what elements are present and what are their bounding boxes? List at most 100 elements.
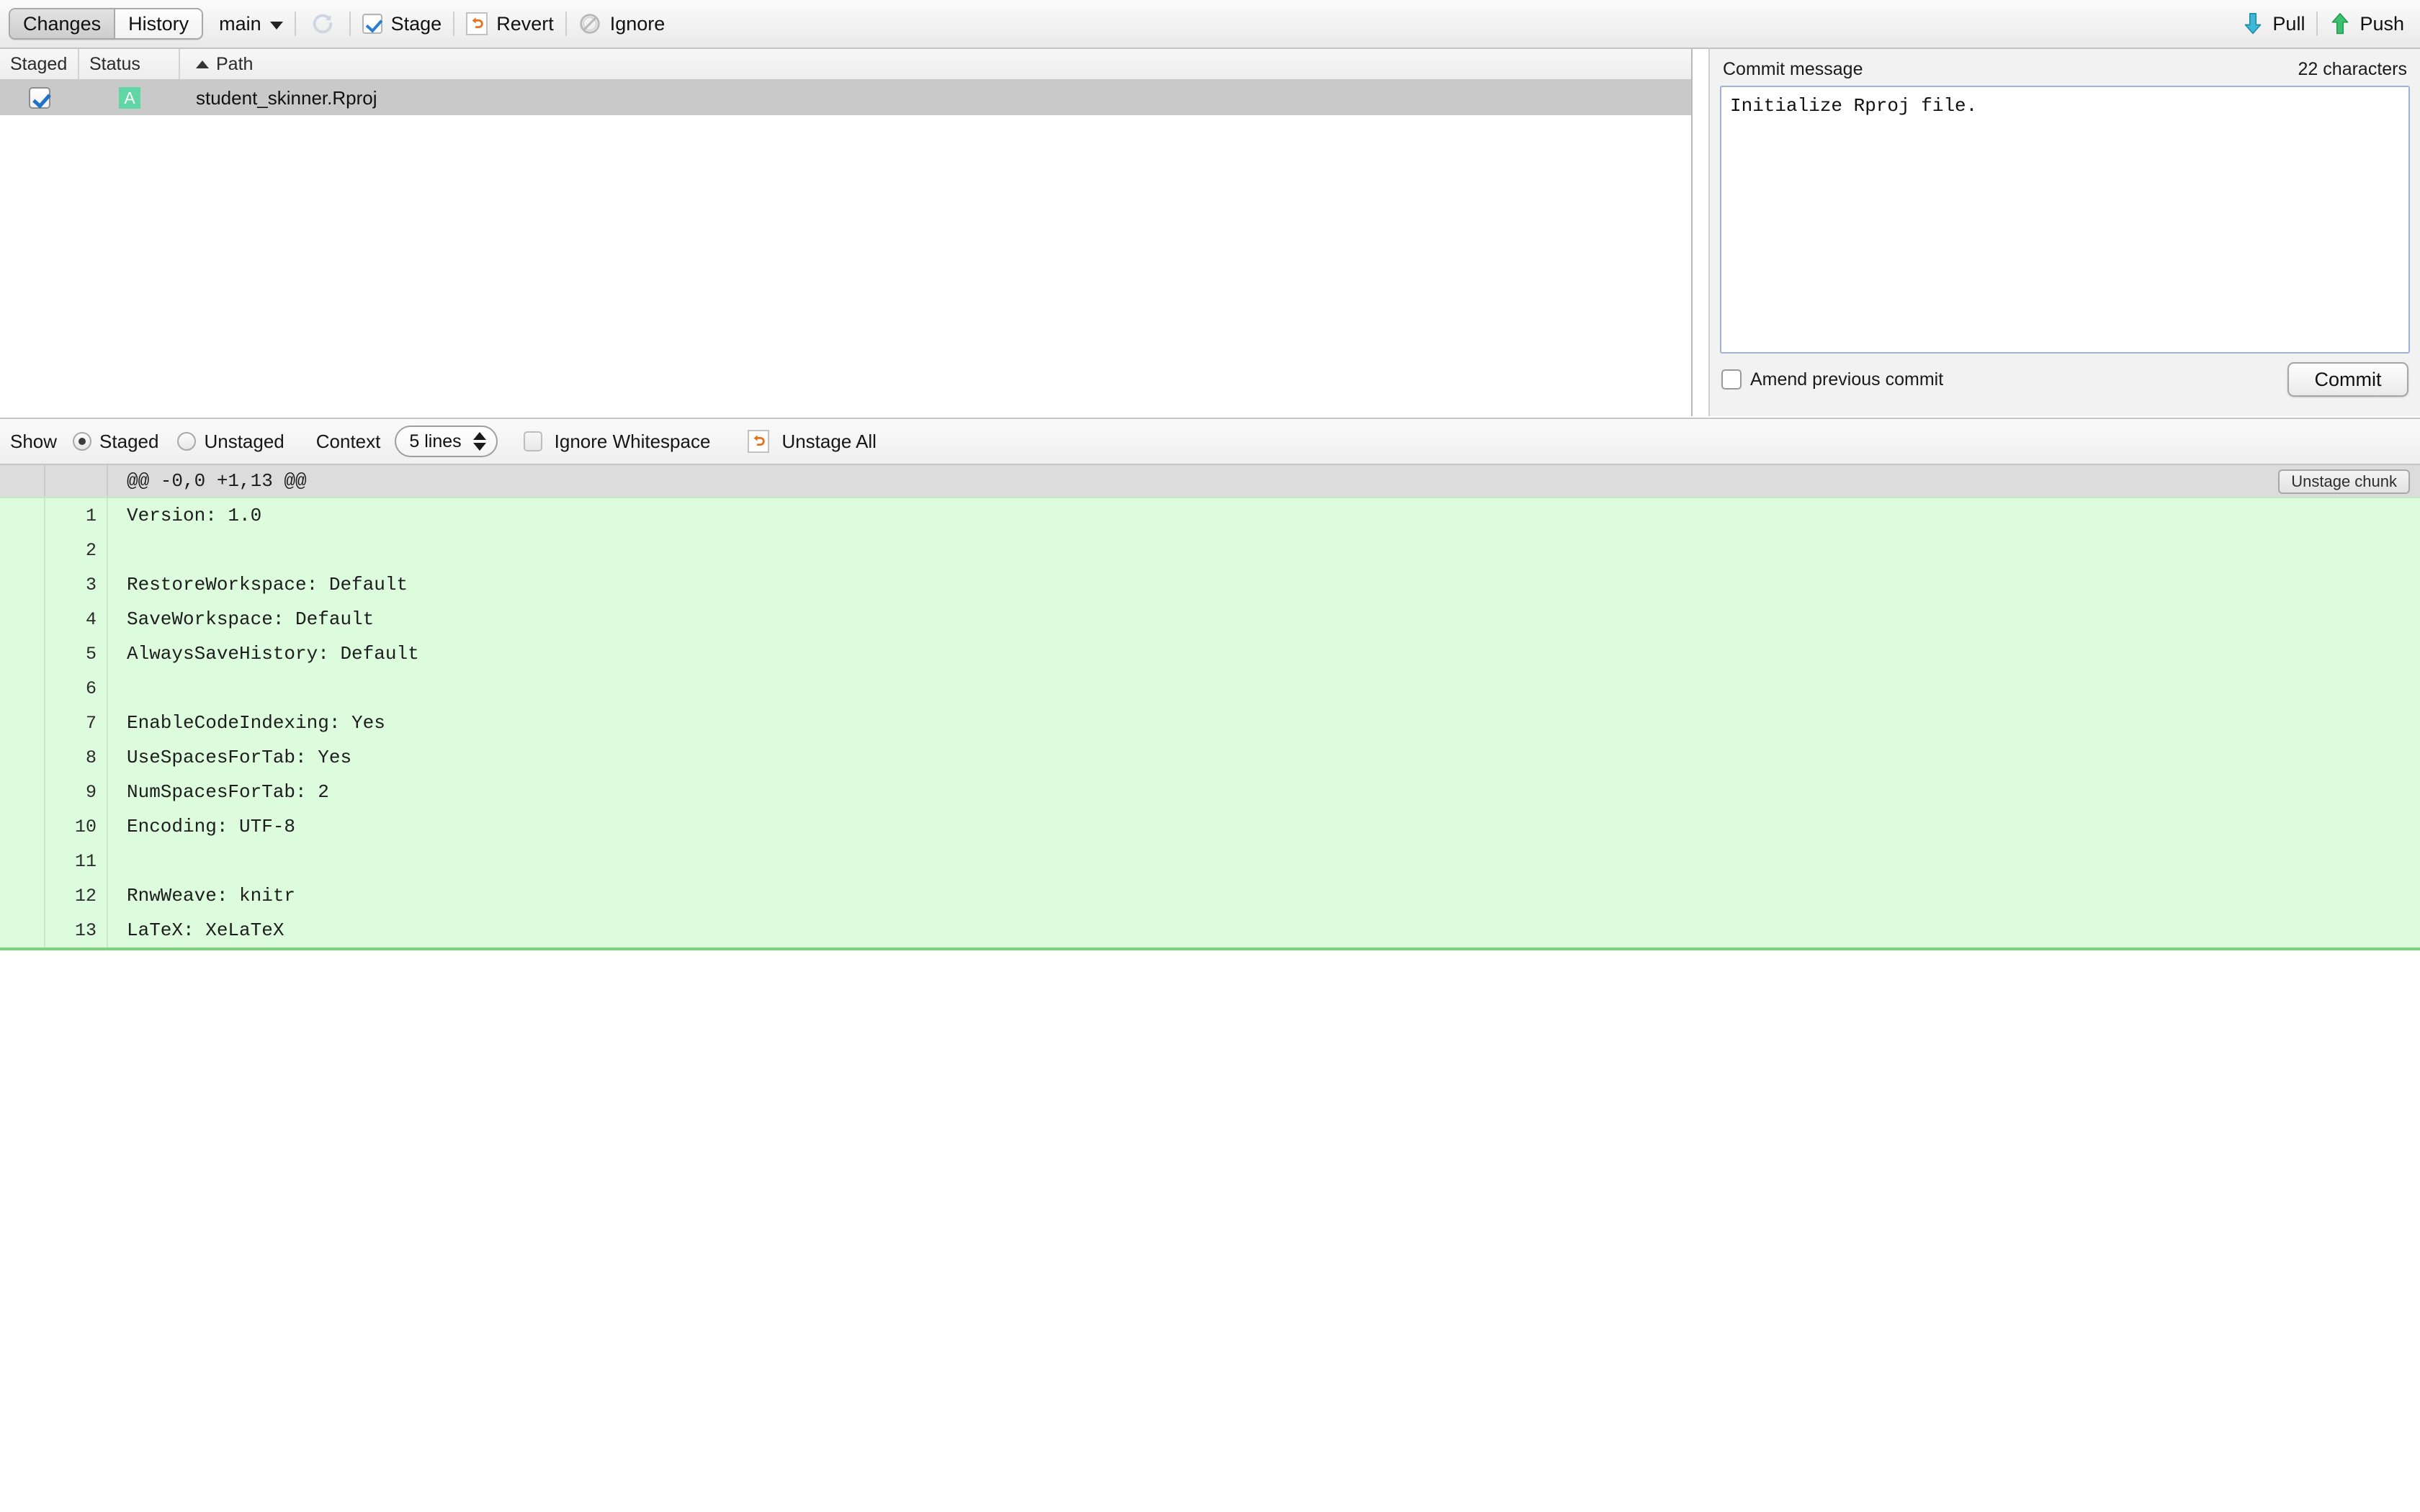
context-label: Context: [315, 430, 381, 452]
pull-button-label: Pull: [2272, 12, 2305, 35]
tab-history[interactable]: History: [115, 9, 202, 38]
diff-line-number: 9: [45, 775, 108, 809]
push-button-label: Push: [2360, 12, 2404, 35]
diff-line-gutter: [0, 706, 45, 740]
show-label: Show: [10, 430, 58, 452]
diff-line[interactable]: 7 EnableCodeIndexing: Yes: [0, 706, 2420, 740]
column-header-staged-label: Staged: [10, 53, 68, 74]
diff-line[interactable]: 12 RnwWeave: knitr: [0, 878, 2420, 913]
row-status-cell: A: [79, 87, 180, 109]
diff-line-number: 5: [45, 636, 108, 671]
diff-viewer: @@ -0,0 +1,13 @@ Unstage chunk 1 Version:…: [0, 465, 2420, 958]
diff-line-number: 4: [45, 602, 108, 636]
diff-line[interactable]: 2: [0, 533, 2420, 567]
commit-message-input[interactable]: Initialize Rproj file.: [1720, 86, 2410, 354]
branch-name-label: main: [219, 12, 261, 35]
radio-unstaged[interactable]: Unstaged: [177, 431, 284, 453]
unstage-all-button[interactable]: Unstage All: [748, 430, 877, 453]
diff-line[interactable]: 9 NumSpacesForTab: 2: [0, 775, 2420, 809]
diff-line-gutter: [0, 844, 45, 878]
diff-line[interactable]: 5 AlwaysSaveHistory: Default: [0, 636, 2420, 671]
context-lines-value: 5 lines: [409, 431, 462, 451]
diff-line-text: SaveWorkspace: Default: [127, 608, 375, 630]
revert-button[interactable]: Revert: [466, 12, 554, 35]
diff-line-gutter: [0, 602, 45, 636]
arrow-down-icon: [2242, 12, 2264, 36]
diff-line-number: 13: [45, 913, 108, 948]
diff-line-number: 3: [45, 567, 108, 602]
ignore-button[interactable]: Ignore: [578, 12, 666, 35]
tab-history-label: History: [128, 12, 189, 35]
diff-line-gutter: [0, 567, 45, 602]
diff-line-gutter: [0, 878, 45, 913]
ignore-button-label: Ignore: [609, 12, 666, 35]
radio-staged-label: Staged: [99, 430, 159, 452]
tab-changes-label: Changes: [23, 12, 102, 35]
ignore-whitespace-checkbox[interactable]: Ignore Whitespace: [523, 430, 711, 453]
diff-line-gutter: [0, 775, 45, 809]
diff-line-text: AlwaysSaveHistory: Default: [127, 643, 419, 665]
diff-line[interactable]: 3 RestoreWorkspace: Default: [0, 567, 2420, 602]
radio-staged[interactable]: Staged: [73, 431, 158, 453]
pull-button[interactable]: Pull: [2242, 12, 2305, 36]
unstage-chunk-label: Unstage chunk: [2291, 472, 2397, 490]
diff-line-gutter: [0, 913, 45, 948]
context-lines-select[interactable]: 5 lines: [395, 426, 498, 457]
diff-line-text: LaTeX: XeLaTeX: [127, 919, 284, 941]
diff-line-text: NumSpacesForTab: 2: [127, 781, 329, 803]
ignore-whitespace-box[interactable]: [523, 431, 542, 451]
commit-panel-footer: Amend previous commit Commit: [1720, 354, 2410, 405]
diff-line[interactable]: 10 Encoding: UTF-8: [0, 809, 2420, 844]
diff-chunk-header[interactable]: @@ -0,0 +1,13 @@ Unstage chunk: [0, 465, 2420, 498]
branch-selector[interactable]: main: [219, 13, 283, 35]
row-staged-cell[interactable]: [0, 87, 79, 109]
column-header-staged[interactable]: Staged: [0, 49, 79, 79]
chevron-down-icon: [269, 21, 283, 30]
diff-line[interactable]: 4 SaveWorkspace: Default: [0, 602, 2420, 636]
checkmark-icon: [362, 14, 382, 34]
commit-panel-header: Commit message 22 characters: [1720, 56, 2410, 86]
staged-checkbox[interactable]: [29, 87, 50, 109]
tab-changes[interactable]: Changes: [10, 9, 116, 38]
column-header-path[interactable]: Path: [180, 49, 1691, 79]
stepper-arrows-icon: [472, 432, 486, 451]
ignore-whitespace-label: Ignore Whitespace: [554, 430, 711, 452]
chunk-range-label: @@ -0,0 +1,13 @@: [127, 470, 307, 492]
unstage-all-label: Unstage All: [781, 430, 877, 452]
chunk-gutter-left: [0, 465, 45, 497]
diff-line[interactable]: 6: [0, 671, 2420, 706]
refresh-button[interactable]: [308, 12, 338, 36]
diff-line-text: Version: 1.0: [127, 505, 262, 526]
table-row[interactable]: A student_skinner.Rproj: [0, 81, 1691, 115]
stage-button[interactable]: Stage: [362, 13, 442, 35]
refresh-icon: [310, 12, 335, 36]
diff-line-container: 1 Version: 1.0 2 3 RestoreWorkspace: Default…: [0, 498, 2420, 950]
radio-staged-button[interactable]: [73, 432, 92, 451]
diff-line[interactable]: 11: [0, 844, 2420, 878]
file-status-list: Staged Status Path A student_skinner.Rpr…: [0, 49, 1693, 416]
diff-line[interactable]: 13 LaTeX: XeLaTeX: [0, 913, 2420, 948]
stage-button-label: Stage: [390, 12, 442, 35]
diff-line[interactable]: 8 UseSpacesForTab: Yes: [0, 740, 2420, 775]
amend-checkbox-label: Amend previous commit: [1750, 369, 1944, 390]
unstage-chunk-button[interactable]: Unstage chunk: [2278, 469, 2410, 494]
diff-line-gutter: [0, 533, 45, 567]
sort-ascending-icon: [196, 60, 209, 68]
amend-checkbox-box[interactable]: [1721, 369, 1742, 390]
status-badge: A: [119, 87, 140, 109]
row-path-cell: student_skinner.Rproj: [196, 86, 377, 109]
diff-line-text: RestoreWorkspace: Default: [127, 574, 408, 595]
amend-previous-commit-checkbox[interactable]: Amend previous commit: [1721, 369, 1943, 390]
toolbar-divider-4: [565, 12, 567, 36]
column-header-status[interactable]: Status: [79, 49, 180, 79]
commit-button-label: Commit: [2314, 368, 2382, 390]
toolbar-right-group: Pull Push: [2242, 12, 2420, 36]
toolbar-divider-2: [349, 12, 351, 36]
radio-unstaged-button[interactable]: [177, 432, 197, 451]
character-count: 22 characters: [2298, 59, 2407, 79]
diff-options-bar: Show Staged Unstaged Context 5 lines Ign…: [0, 418, 2420, 465]
push-button[interactable]: Push: [2329, 12, 2404, 36]
commit-button[interactable]: Commit: [2287, 362, 2408, 397]
revert-arrow-icon: [466, 12, 488, 35]
diff-line[interactable]: 1 Version: 1.0: [0, 498, 2420, 533]
